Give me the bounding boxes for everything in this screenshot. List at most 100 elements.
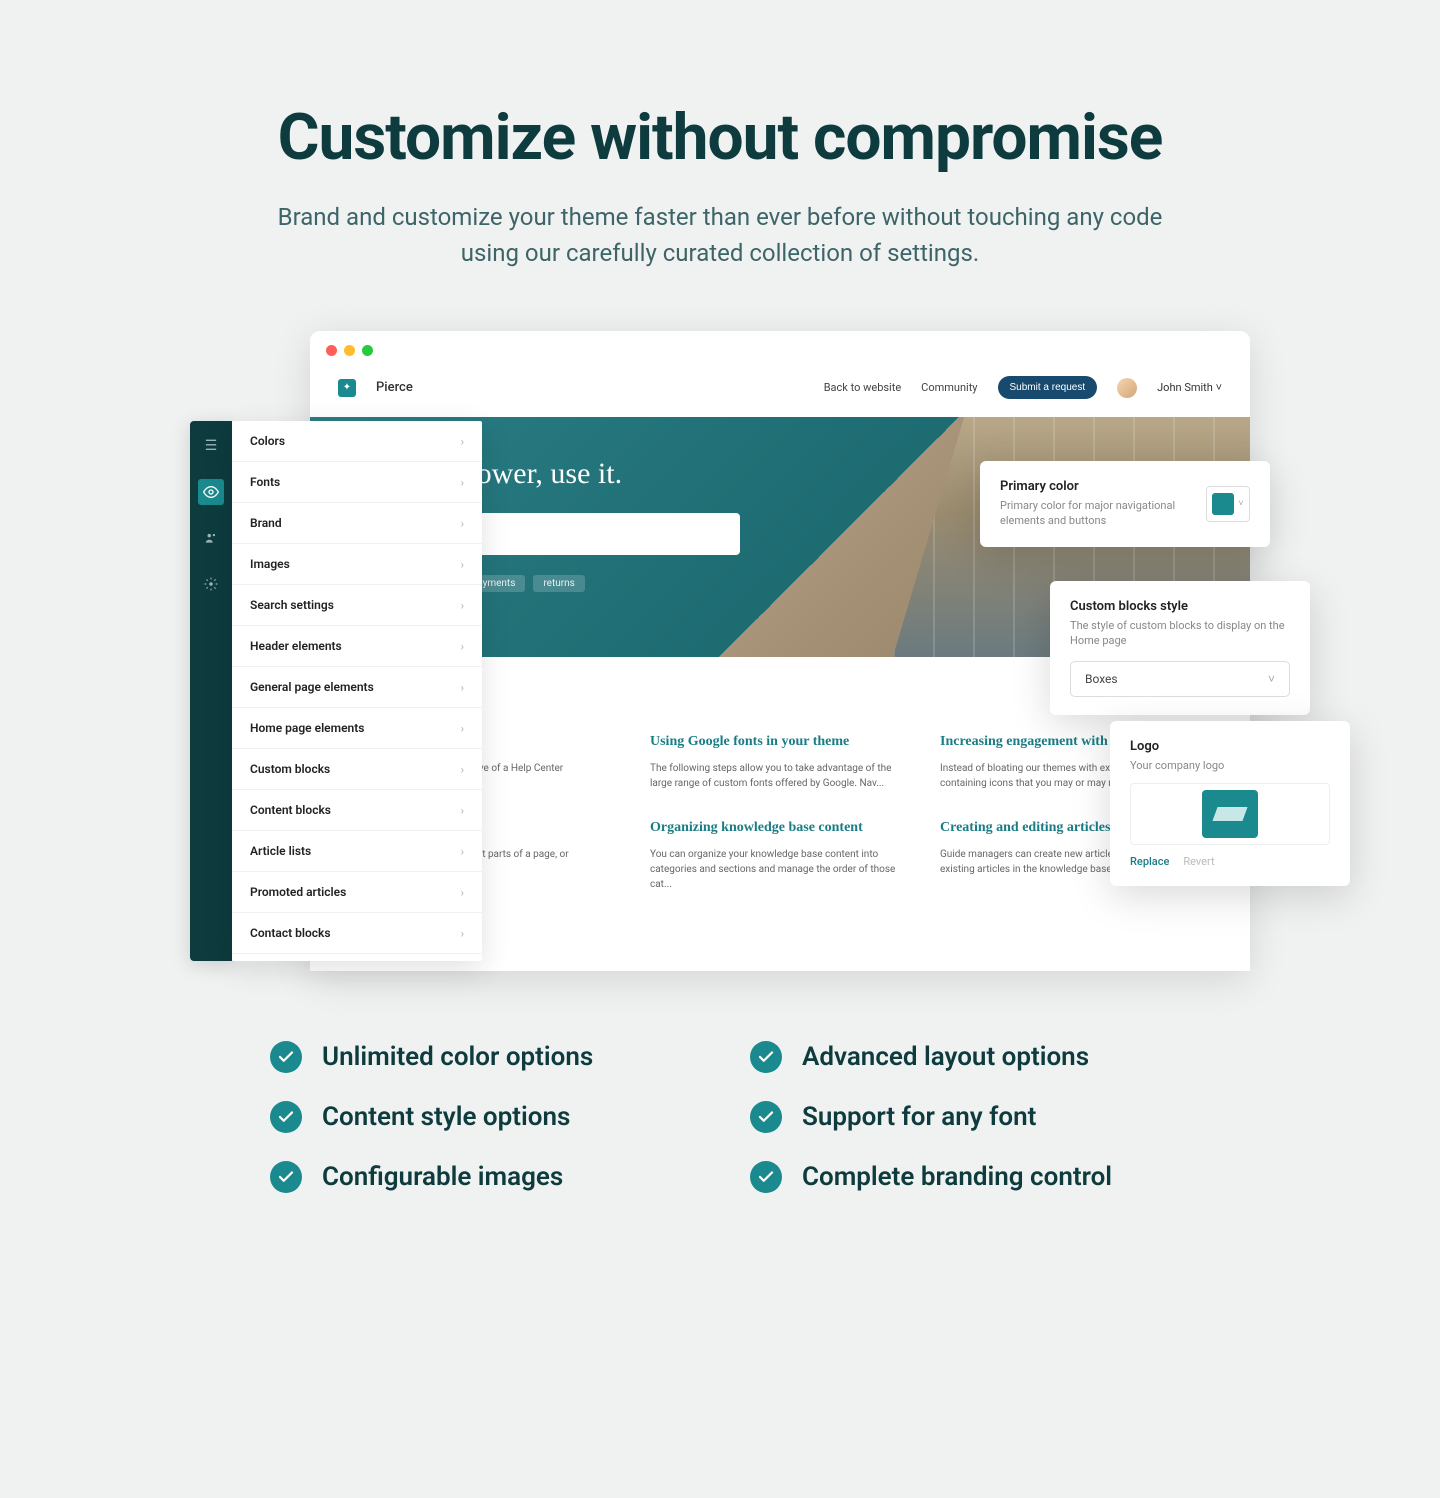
app-name: Pierce bbox=[376, 380, 413, 395]
custom-blocks-card: Custom blocks style The style of custom … bbox=[1050, 581, 1310, 715]
nav-community[interactable]: Community bbox=[921, 381, 977, 394]
page-subtitle: Brand and customize your theme faster th… bbox=[260, 199, 1180, 271]
page-title: Customize without compromise bbox=[80, 100, 1360, 175]
settings-item-label: Header elements bbox=[250, 639, 342, 653]
chevron-right-icon: › bbox=[461, 517, 464, 530]
card-title: Custom blocks style bbox=[1070, 599, 1290, 614]
chevron-right-icon: › bbox=[461, 722, 464, 735]
gear-icon[interactable] bbox=[198, 571, 224, 597]
settings-item-label: Promoted articles bbox=[250, 885, 346, 899]
window-controls bbox=[310, 331, 1250, 366]
menu-icon[interactable]: ☰ bbox=[198, 433, 224, 459]
settings-item[interactable]: Promoted articles › bbox=[232, 872, 482, 913]
users-icon[interactable] bbox=[198, 525, 224, 551]
close-dot[interactable] bbox=[326, 345, 337, 356]
article-card[interactable]: Organizing knowledge base content You can… bbox=[650, 819, 910, 892]
chevron-right-icon: › bbox=[461, 640, 464, 653]
chevron-right-icon: › bbox=[461, 804, 464, 817]
check-icon bbox=[750, 1101, 782, 1133]
settings-item-label: Search settings bbox=[250, 598, 334, 612]
settings-item[interactable]: Home page elements › bbox=[232, 708, 482, 749]
settings-item-label: Images bbox=[250, 557, 290, 571]
nav-back[interactable]: Back to website bbox=[824, 381, 901, 394]
minimize-dot[interactable] bbox=[344, 345, 355, 356]
settings-item[interactable]: Content blocks › bbox=[232, 790, 482, 831]
mockup-area: ✦ Pierce Back to website Community Submi… bbox=[190, 331, 1250, 971]
blocks-style-select[interactable]: Boxes ˅ bbox=[1070, 661, 1290, 697]
settings-item[interactable]: Header elements › bbox=[232, 626, 482, 667]
tag[interactable]: returns bbox=[533, 575, 584, 592]
sidebar-rail: ☰ bbox=[190, 421, 232, 961]
revert-button[interactable]: Revert bbox=[1183, 855, 1214, 868]
settings-item-label: Content blocks bbox=[250, 803, 331, 817]
card-title: Logo bbox=[1130, 739, 1330, 754]
chevron-right-icon: › bbox=[461, 599, 464, 612]
features-grid: Unlimited color options Advanced layout o… bbox=[270, 1041, 1170, 1193]
chevron-right-icon: › bbox=[461, 886, 464, 899]
settings-panel: Colors›Fonts›Brand›Images›Search setting… bbox=[232, 421, 482, 961]
chevron-right-icon: › bbox=[461, 435, 464, 448]
feature-text: Complete branding control bbox=[802, 1162, 1112, 1192]
color-picker[interactable]: ˅ bbox=[1206, 486, 1250, 522]
card-desc: Primary color for major navigational ele… bbox=[1000, 498, 1190, 529]
color-swatch bbox=[1212, 493, 1234, 515]
chevron-down-icon: ˅ bbox=[1216, 381, 1222, 394]
check-icon bbox=[270, 1041, 302, 1073]
settings-item-label: Colors bbox=[250, 434, 285, 448]
article-desc: You can organize your knowledge base con… bbox=[650, 847, 910, 892]
chevron-right-icon: › bbox=[461, 558, 464, 571]
card-desc: Your company logo bbox=[1130, 758, 1330, 773]
logo-card: Logo Your company logo Replace Revert bbox=[1110, 721, 1350, 886]
app-logo-icon: ✦ bbox=[338, 379, 356, 397]
settings-item-label: Custom blocks bbox=[250, 762, 330, 776]
card-title: Primary color bbox=[1000, 479, 1190, 494]
settings-item-label: Fonts bbox=[250, 475, 280, 489]
avatar[interactable] bbox=[1117, 378, 1137, 398]
settings-item[interactable]: Article lists › bbox=[232, 831, 482, 872]
check-icon bbox=[750, 1041, 782, 1073]
feature-item: Configurable images bbox=[270, 1161, 690, 1193]
settings-item[interactable]: Contact blocks › bbox=[232, 913, 482, 954]
settings-item[interactable]: Search settings › bbox=[232, 585, 482, 626]
settings-item-label: Article lists bbox=[250, 844, 311, 858]
chevron-down-icon: ˅ bbox=[1238, 498, 1243, 509]
article-title: Organizing knowledge base content bbox=[650, 819, 910, 837]
replace-button[interactable]: Replace bbox=[1130, 855, 1169, 868]
user-name[interactable]: John Smith ˅ bbox=[1157, 381, 1222, 394]
settings-item[interactable]: Colors › bbox=[232, 421, 482, 462]
app-header: ✦ Pierce Back to website Community Submi… bbox=[310, 366, 1250, 417]
feature-text: Configurable images bbox=[322, 1162, 563, 1192]
settings-item[interactable]: Brand › bbox=[232, 503, 482, 544]
feature-item: Complete branding control bbox=[750, 1161, 1170, 1193]
chevron-down-icon: ˅ bbox=[1268, 672, 1275, 686]
feature-item: Advanced layout options bbox=[750, 1041, 1170, 1073]
chevron-right-icon: › bbox=[461, 845, 464, 858]
feature-item: Content style options bbox=[270, 1101, 690, 1133]
settings-item-label: Brand bbox=[250, 516, 282, 530]
chevron-right-icon: › bbox=[461, 476, 464, 489]
check-icon bbox=[270, 1101, 302, 1133]
feature-text: Unlimited color options bbox=[322, 1042, 593, 1072]
article-desc: The following steps allow you to take ad… bbox=[650, 761, 910, 791]
eye-icon[interactable] bbox=[198, 479, 224, 505]
feature-text: Content style options bbox=[322, 1102, 570, 1132]
settings-item-label: Contact blocks bbox=[250, 926, 331, 940]
settings-item[interactable]: Images › bbox=[232, 544, 482, 585]
chevron-right-icon: › bbox=[461, 763, 464, 776]
feature-text: Advanced layout options bbox=[802, 1042, 1089, 1072]
settings-item[interactable]: Fonts › bbox=[232, 462, 482, 503]
check-icon bbox=[750, 1161, 782, 1193]
chevron-right-icon: › bbox=[461, 927, 464, 940]
settings-item[interactable]: General page elements› bbox=[232, 667, 482, 708]
maximize-dot[interactable] bbox=[362, 345, 373, 356]
submit-request-button[interactable]: Submit a request bbox=[998, 376, 1098, 399]
settings-item-label: Home page elements bbox=[250, 721, 364, 735]
logo-image bbox=[1202, 790, 1258, 838]
article-title: Using Google fonts in your theme bbox=[650, 733, 910, 751]
settings-item[interactable]: Custom blocks › bbox=[232, 749, 482, 790]
article-card[interactable]: Using Google fonts in your theme The foll… bbox=[650, 733, 910, 791]
feature-item: Support for any font bbox=[750, 1101, 1170, 1133]
check-icon bbox=[270, 1161, 302, 1193]
feature-item: Unlimited color options bbox=[270, 1041, 690, 1073]
feature-text: Support for any font bbox=[802, 1102, 1036, 1132]
